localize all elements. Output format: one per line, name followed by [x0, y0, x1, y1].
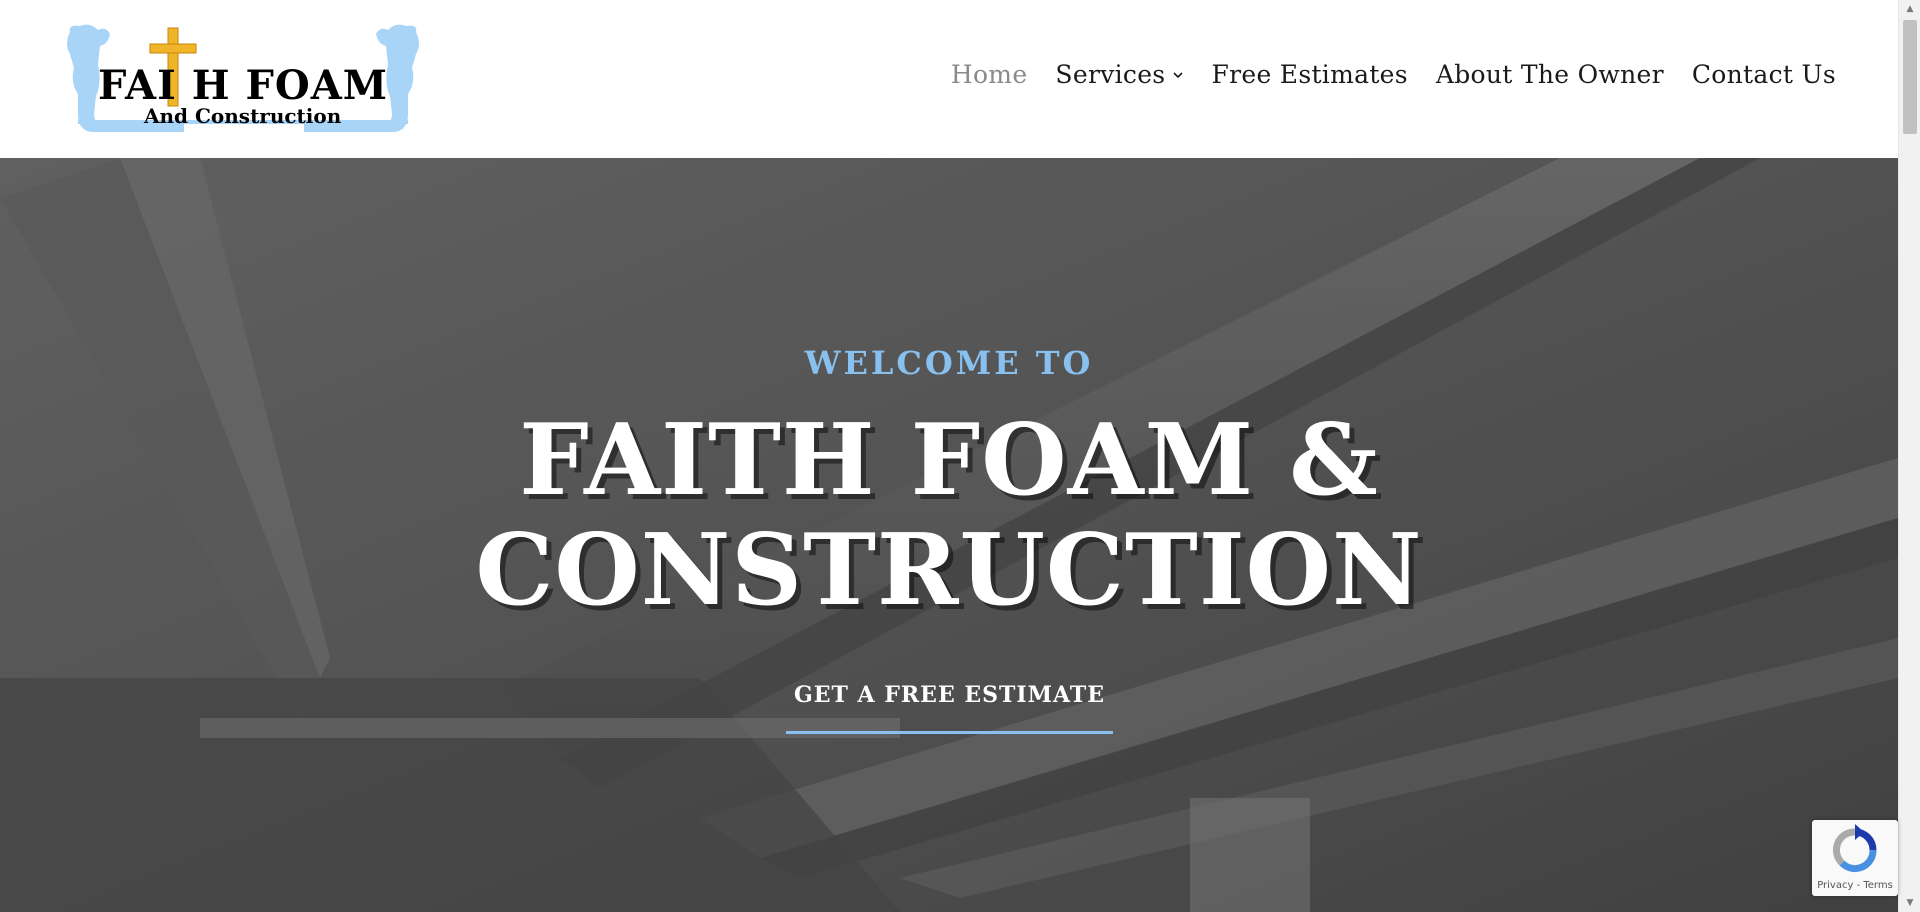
nav-contact-us[interactable]: Contact Us	[1692, 60, 1836, 89]
recaptcha-badge[interactable]: Privacy - Terms	[1812, 820, 1898, 896]
hero-title-line1: FAITH FOAM &	[519, 403, 1379, 518]
scroll-thumb[interactable]	[1903, 20, 1917, 134]
hero-section: WELCOME TO FAITH FOAM & CONSTRUCTION GET…	[0, 158, 1898, 912]
nav-contact-us-label: Contact Us	[1691, 60, 1836, 89]
chevron-down-icon	[1173, 71, 1184, 78]
nav-about-owner[interactable]: About The Owner	[1436, 60, 1664, 89]
recaptcha-icon	[1832, 824, 1877, 873]
nav-home[interactable]: Home	[951, 60, 1028, 89]
page: FAI H FOAM And Construction Home Service…	[0, 0, 1920, 912]
nav-services[interactable]: Services	[1055, 60, 1184, 89]
nav-free-estimates[interactable]: Free Estimates	[1211, 60, 1407, 89]
nav-home-label: Home	[950, 60, 1028, 89]
logo-subtitle: And Construction	[144, 104, 342, 128]
hero-title-line2: CONSTRUCTION	[475, 513, 1423, 628]
vertical-scrollbar[interactable]: ▲ ▼	[1898, 0, 1920, 912]
logo[interactable]: FAI H FOAM And Construction	[64, 24, 422, 136]
recaptcha-links[interactable]: Privacy - Terms	[1812, 880, 1898, 891]
hero-welcome: WELCOME TO	[804, 344, 1094, 382]
main-nav: Home Services Free Estimates About The O…	[951, 60, 1836, 89]
scroll-up-arrow-icon[interactable]: ▲	[1899, 0, 1920, 18]
site-header: FAI H FOAM And Construction Home Service…	[0, 0, 1898, 158]
scroll-down-arrow-icon[interactable]: ▼	[1899, 894, 1920, 912]
nav-about-owner-label: About The Owner	[1435, 60, 1664, 89]
nav-free-estimates-label: Free Estimates	[1211, 60, 1408, 89]
nav-services-label: Services	[1055, 60, 1166, 89]
get-free-estimate-button[interactable]: GET A FREE ESTIMATE	[786, 658, 1113, 734]
hero-title: FAITH FOAM & CONSTRUCTION	[0, 406, 1898, 626]
logo-title: FAI H FOAM	[98, 62, 388, 109]
